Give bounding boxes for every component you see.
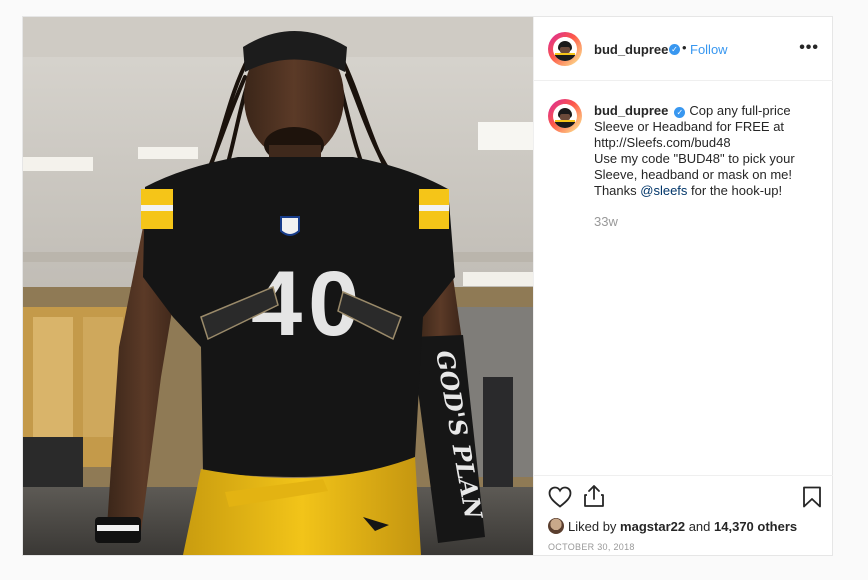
more-options-icon[interactable]: ••• bbox=[799, 39, 819, 57]
bookmark-icon[interactable] bbox=[802, 486, 822, 513]
player-photo-illustration: GOD'S PLAN 40 bbox=[23, 17, 533, 555]
caption-username[interactable]: bud_dupree bbox=[594, 103, 668, 118]
caption-line-6: Thanks @sleefs for the hook-up! bbox=[594, 183, 822, 199]
caption-thanks-prefix: Thanks bbox=[594, 183, 641, 198]
caption-time-ago[interactable]: 33w bbox=[594, 214, 618, 229]
follow-button[interactable]: Follow bbox=[690, 42, 728, 57]
caption-line-1: bud_dupree ✓ Cop any full-price bbox=[594, 103, 822, 119]
mention-link[interactable]: @sleefs bbox=[640, 183, 687, 198]
avatar-jersey bbox=[555, 53, 575, 61]
post-footer: Liked by magstar22 and 14,370 others OCT… bbox=[534, 475, 833, 555]
caption-author-avatar[interactable] bbox=[548, 99, 582, 133]
avatar-image bbox=[553, 37, 577, 61]
heart-icon[interactable] bbox=[548, 486, 572, 513]
liked-count-link[interactable]: 14,370 others bbox=[714, 519, 797, 534]
post-side-panel: bud_dupree ✓ • Follow ••• bud_dupree ✓ Cop… bbox=[533, 17, 833, 555]
liked-prefix: Liked by bbox=[568, 519, 621, 534]
caption-text: bud_dupree ✓ Cop any full-price Sleeve or … bbox=[594, 103, 822, 199]
verified-badge-icon: ✓ bbox=[674, 107, 686, 118]
verified-badge-icon: ✓ bbox=[669, 44, 680, 55]
liked-user-link[interactable]: magstar22 bbox=[620, 519, 685, 534]
caption-text-line-1: Cop any full-price bbox=[689, 103, 791, 118]
post-header: bud_dupree ✓ • Follow ••• bbox=[534, 17, 833, 81]
author-username[interactable]: bud_dupree bbox=[594, 42, 668, 57]
caption-line-2: Sleeve or Headband for FREE at bbox=[594, 119, 785, 134]
author-avatar[interactable] bbox=[548, 32, 582, 66]
caption-line-4: Use my code "BUD48" to pick your bbox=[594, 151, 795, 166]
post-card: GOD'S PLAN 40 bud_dupree ✓ • Follow ••• … bbox=[22, 16, 833, 556]
caption-line-5: Sleeve, headband or mask on me! bbox=[594, 167, 793, 182]
share-icon[interactable] bbox=[582, 484, 606, 513]
caption-line-3: http://Sleefs.com/bud48 bbox=[594, 135, 731, 150]
post-photo[interactable]: GOD'S PLAN 40 bbox=[23, 17, 533, 555]
avatar-jersey bbox=[555, 120, 575, 128]
liked-and: and bbox=[685, 519, 715, 534]
caption-thanks-suffix: for the hook-up! bbox=[687, 183, 783, 198]
liker-avatar[interactable] bbox=[548, 518, 564, 534]
separator-dot: • bbox=[682, 40, 687, 55]
avatar-image bbox=[553, 104, 577, 128]
post-date[interactable]: OCTOBER 30, 2018 bbox=[548, 542, 635, 552]
liked-by-row: Liked by magstar22 and 14,370 others bbox=[548, 518, 797, 534]
